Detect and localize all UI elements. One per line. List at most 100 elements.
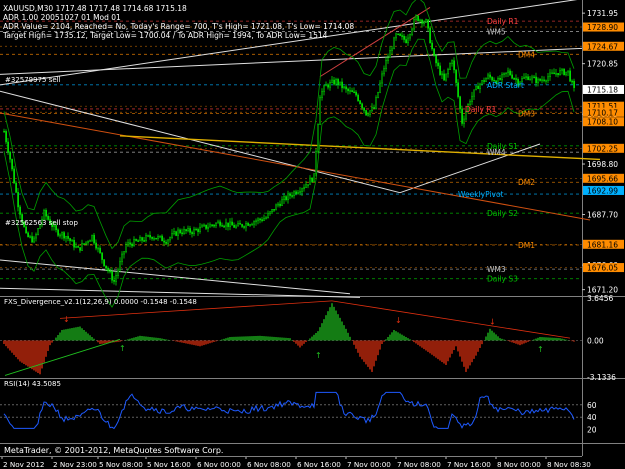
candle-body	[293, 191, 295, 197]
chart-window[interactable]: Daily R1 WM5 DM4 ADR Start Daily R1 DM3 Daily …	[0, 0, 625, 469]
candle-body	[183, 229, 185, 234]
candle-body	[259, 218, 261, 221]
rsi-tick-label: 40	[587, 413, 597, 422]
candle-body	[211, 224, 213, 227]
rsi-tick-label: 60	[587, 401, 597, 410]
candle-body	[529, 78, 531, 81]
candle-body	[179, 229, 181, 234]
time-tick-label: 5 Nov 08:00	[99, 460, 143, 469]
candle-body	[181, 232, 183, 235]
candle-body	[197, 229, 199, 232]
candle-body	[475, 85, 477, 91]
candle-body	[91, 234, 93, 241]
candle-body	[199, 226, 201, 232]
candle-body	[561, 68, 563, 71]
level-label: Daily S3	[487, 275, 518, 284]
candle-body	[325, 84, 327, 87]
candle-body	[343, 86, 345, 89]
candle-body	[559, 70, 561, 76]
candle-body	[229, 221, 231, 227]
candle-body	[341, 81, 343, 89]
candle-body	[177, 229, 179, 236]
candle-body	[337, 79, 339, 85]
time-tick-label: 7 Nov 16:00	[447, 460, 491, 469]
candle-body	[383, 68, 385, 75]
price-box-label: 1695.66	[587, 174, 618, 183]
candle-body	[85, 241, 87, 245]
candle-body	[213, 224, 215, 227]
candle-body	[323, 85, 325, 92]
time-tick-label: 8 Nov 08:30	[547, 460, 591, 469]
candle-body	[101, 252, 103, 260]
buy-arrow-icon: ↑	[537, 345, 544, 354]
candle-body	[393, 37, 395, 50]
candle-body	[311, 177, 313, 182]
sell-order-label[interactable]: #32579975 sell	[5, 76, 61, 84]
candle-body	[443, 73, 445, 81]
candle-body	[401, 35, 403, 37]
candle-body	[151, 236, 153, 239]
candle-body	[45, 210, 47, 217]
candle-body	[523, 77, 525, 79]
candle-body	[329, 82, 331, 88]
candle-body	[353, 91, 355, 94]
candle-body	[569, 70, 571, 82]
candle-body	[363, 107, 365, 111]
candle-body	[535, 76, 537, 84]
candle-body	[253, 221, 255, 225]
candle-body	[389, 50, 391, 58]
candle-body	[273, 209, 275, 211]
candle-body	[147, 235, 149, 237]
time-tick-label: 6 Nov 16:00	[297, 460, 341, 469]
candle-body	[119, 261, 121, 271]
candle-body	[321, 91, 323, 98]
candle-body	[125, 244, 127, 252]
level-label: DM2	[518, 178, 535, 187]
candle-body	[291, 195, 293, 197]
candle-body	[223, 225, 225, 228]
candle-body	[309, 177, 311, 185]
time-tick-label: 8 Nov 00:00	[497, 460, 541, 469]
candle-body	[305, 184, 307, 188]
candle-body	[491, 77, 493, 81]
candle-body	[405, 39, 407, 44]
divergence-tick-label: -3.1336	[587, 373, 616, 382]
candle-body	[97, 247, 99, 250]
trend-line	[0, 47, 583, 75]
candle-body	[33, 237, 35, 243]
candle-body	[63, 232, 65, 239]
candle-body	[113, 279, 115, 282]
candle-body	[123, 251, 125, 255]
candle-body	[429, 27, 431, 44]
candle-body	[511, 74, 513, 79]
candle-body	[373, 107, 375, 109]
candle-body	[65, 236, 67, 239]
candle-body	[107, 267, 109, 272]
candle-body	[301, 188, 303, 192]
candle-body	[201, 225, 203, 228]
level-labels: Daily R1 WM5 DM4 ADR Start Daily R1 DM3 Daily …	[458, 17, 535, 284]
candle-body	[361, 103, 363, 109]
price-chart[interactable]: Daily R1 WM5 DM4 ADR Start Daily R1 DM3 Daily …	[0, 0, 625, 469]
price-tick-label: 1720.85	[587, 60, 618, 69]
candle-body	[37, 228, 39, 235]
candle-body	[505, 72, 507, 75]
candle-body	[469, 101, 471, 105]
candle-body	[161, 235, 163, 242]
candle-body	[87, 241, 89, 243]
candle-body	[315, 150, 317, 174]
candle-body	[369, 110, 371, 115]
candle-body	[289, 193, 291, 196]
sell-stop-order-label[interactable]: #32562563 sell stop	[5, 219, 78, 227]
candle-body	[265, 217, 267, 219]
candle-body	[457, 82, 459, 97]
candle-body	[299, 191, 301, 193]
candle-body	[545, 80, 547, 82]
candle-body	[453, 60, 455, 71]
candle-body	[29, 236, 31, 238]
adr-value-header: ADR Value= 2104, Reached= No, Today's Ra…	[3, 22, 354, 31]
candle-body	[377, 91, 379, 98]
candle-body	[379, 82, 381, 93]
candle-body	[571, 80, 573, 83]
candle-body	[169, 237, 171, 241]
